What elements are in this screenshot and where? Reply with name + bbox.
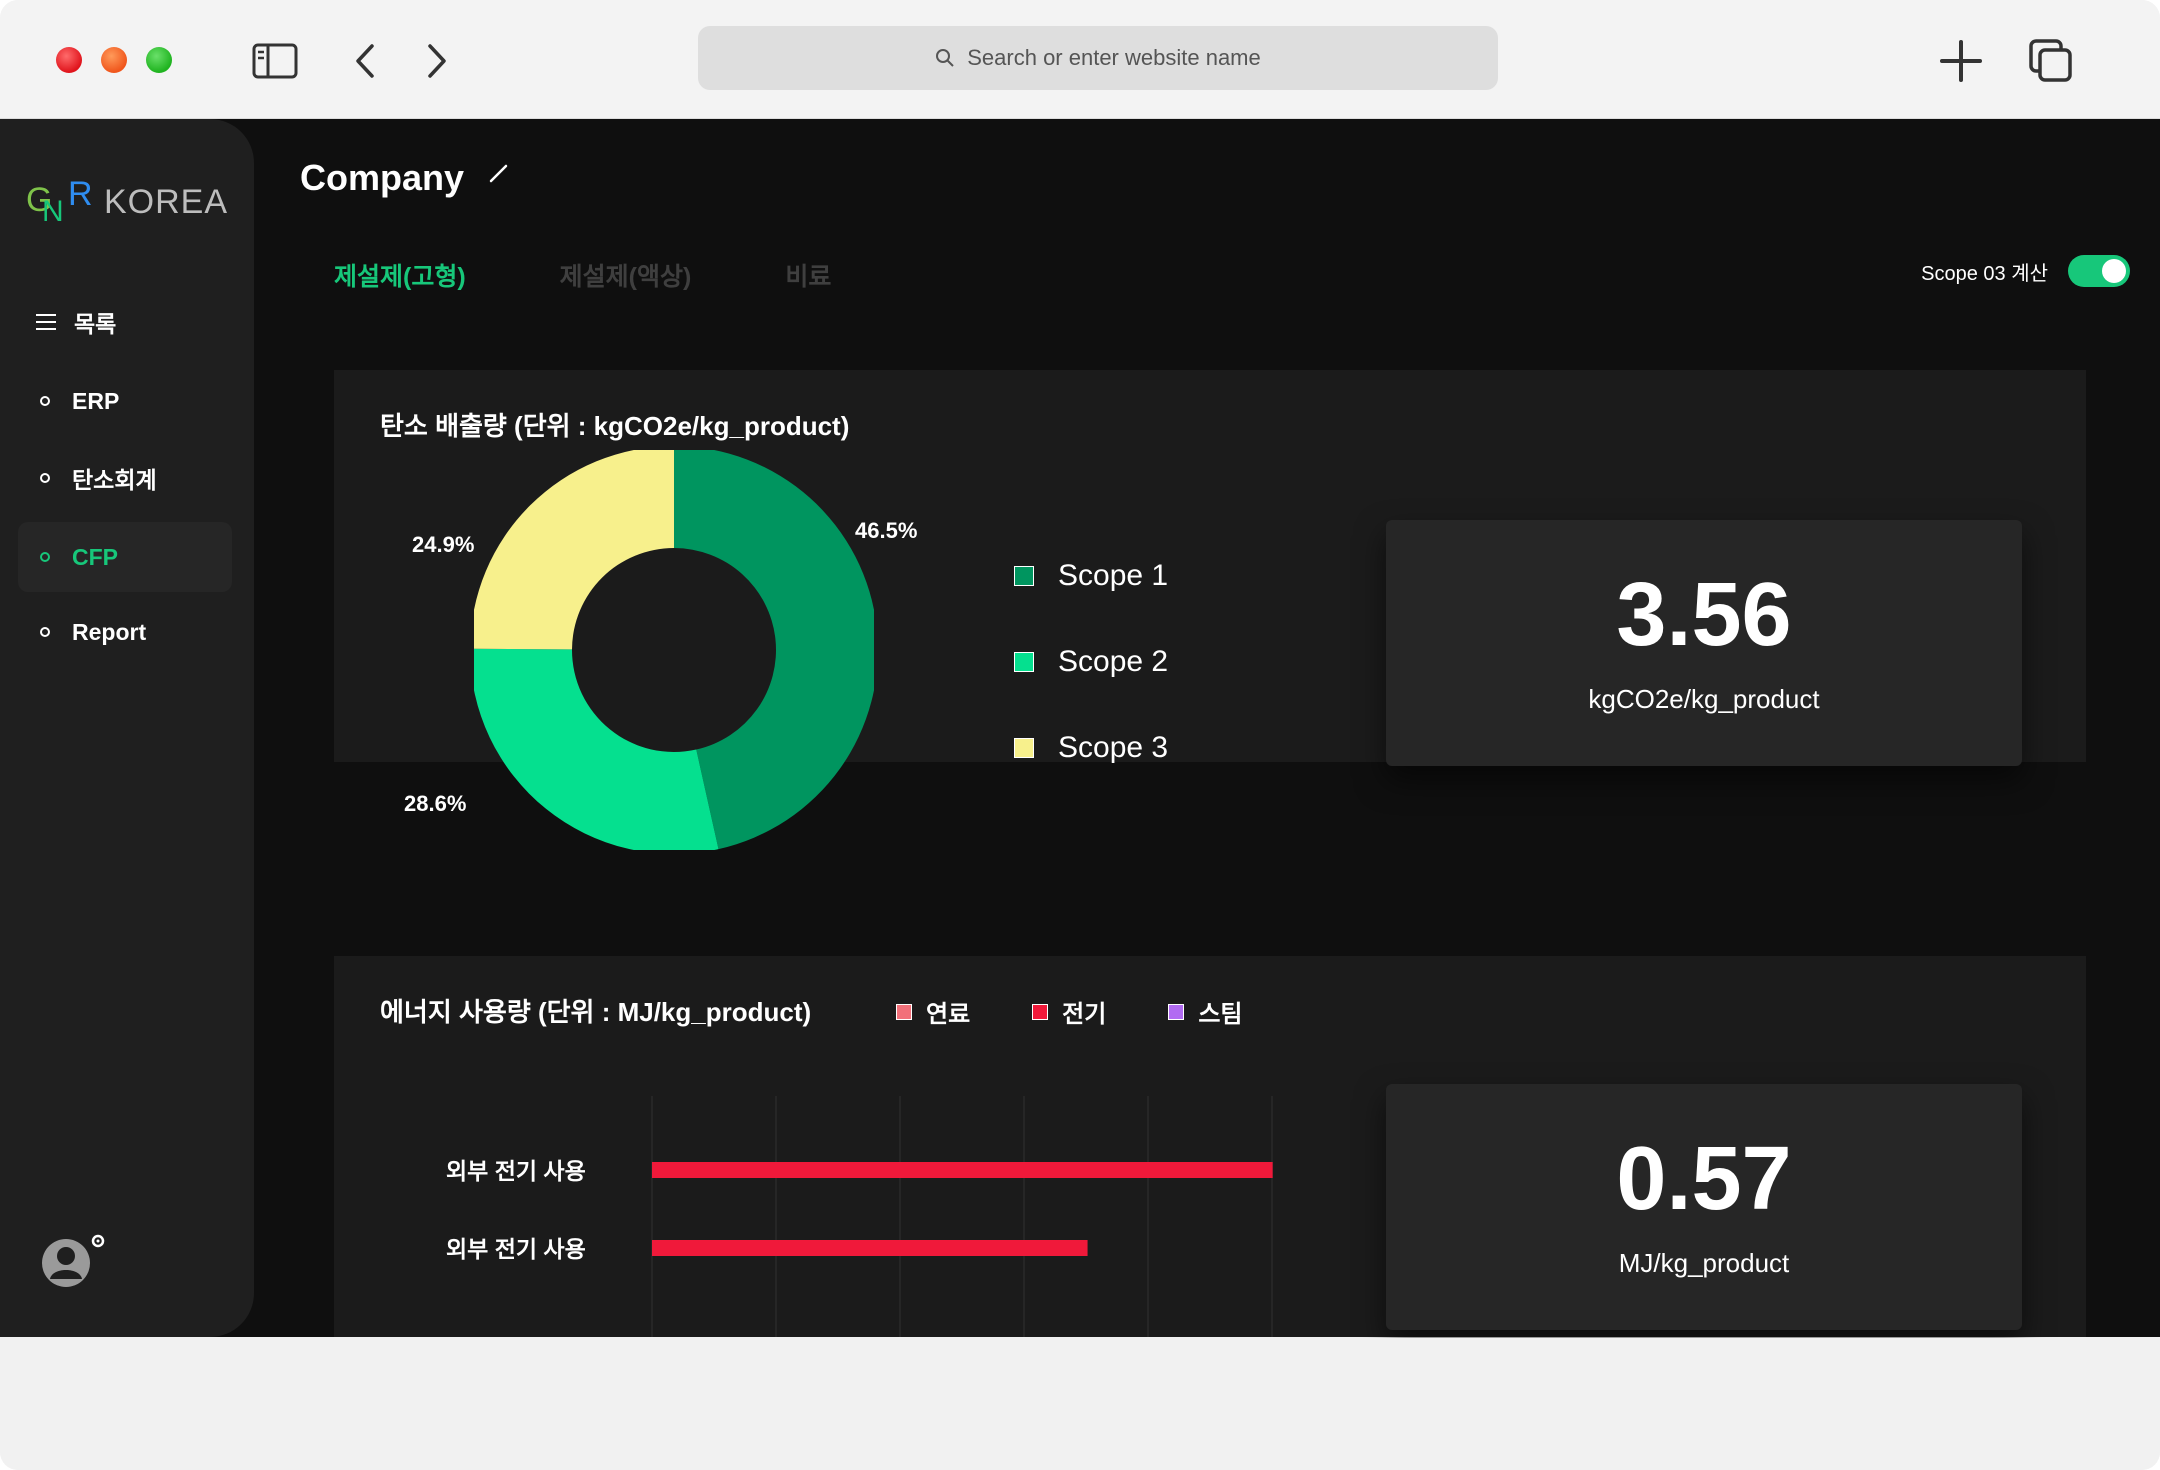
bar-row-2: [652, 1240, 1088, 1256]
browser-toolbar: Search or enter website name: [0, 0, 2160, 119]
sidebar-toggle-icon[interactable]: [250, 36, 300, 86]
maximize-window-button[interactable]: [146, 47, 172, 73]
sidebar-item-cfp[interactable]: CFP: [18, 522, 232, 592]
address-bar[interactable]: Search or enter website name: [698, 26, 1498, 90]
bar-row-1: [652, 1162, 1273, 1178]
sidebar-item-carbon-accounting[interactable]: 탄소회계: [18, 443, 232, 513]
emissions-donut-chart: [474, 450, 874, 850]
legend-item-fuel: 연료: [896, 994, 970, 1029]
main-content: Company 제설제(고형) 제설제(액상) 비료 Scope 03 계산 탄…: [254, 119, 2160, 1337]
menu-icon: [36, 314, 56, 330]
sidebar-item-label: ERP: [72, 387, 120, 414]
emissions-metric-box: 3.56 kgCO2e/kg_product: [1386, 520, 2022, 766]
svg-text:R: R: [68, 175, 93, 213]
close-window-button[interactable]: [56, 47, 82, 73]
energy-metric-unit: MJ/kg_product: [1618, 1248, 1790, 1278]
legend-label: 스팀: [1198, 1001, 1243, 1028]
legend-swatch: [1014, 566, 1034, 586]
browser-bottom-area: [0, 1338, 2160, 1470]
sidebar-item-label: 탄소회계: [72, 467, 157, 493]
emissions-card: 탄소 배출량 (단위 : kgCO2e/kg_product) 46.5% 28…: [334, 370, 2086, 850]
page-title: Company: [300, 157, 465, 198]
legend-item-electricity: 전기: [1032, 994, 1106, 1029]
legend-item-scope3: Scope 3: [1014, 728, 1168, 768]
emissions-title: 탄소 배출량 (단위 : kgCO2e/kg_product): [380, 411, 850, 441]
legend-item-steam: 스팀: [1168, 994, 1243, 1029]
energy-metric-value: 0.57: [1616, 1129, 1792, 1229]
legend-item-scope2: Scope 2: [1014, 642, 1168, 682]
legend-swatch: [1014, 652, 1034, 672]
legend-label: Scope 3: [1058, 731, 1169, 764]
minimize-window-button[interactable]: [101, 47, 127, 73]
menu-label: 목록: [74, 311, 117, 337]
emissions-legend: Scope 1 Scope 2 Scope 3: [1014, 556, 1168, 814]
tab-fertilizer[interactable]: 비료: [785, 257, 831, 293]
sidebar: G N R KOREA 목록 ERP 탄소회계 CFP Report: [0, 119, 254, 1337]
toggle-knob: [2102, 259, 2126, 283]
new-tab-icon[interactable]: [1936, 36, 1986, 86]
forward-icon[interactable]: [410, 36, 460, 86]
bullet-icon: [40, 552, 50, 562]
search-icon: [936, 49, 954, 67]
emissions-metric-value: 3.56: [1616, 565, 1792, 665]
legend-swatch: [1014, 738, 1034, 758]
donut-slice-scope3: [474, 450, 674, 650]
scope3-toggle-label: Scope 03 계산: [1921, 262, 2048, 285]
scope3-toggle-group: Scope 03 계산: [1921, 255, 2130, 287]
svg-text:N: N: [42, 195, 64, 228]
energy-bar-chart: [651, 1096, 1273, 1337]
bar-label-row1: 외부 전기 사용: [446, 1158, 586, 1184]
slice-label-scope2: 28.6%: [404, 791, 467, 816]
legend-item-scope1: Scope 1: [1014, 556, 1168, 596]
back-icon[interactable]: [342, 36, 392, 86]
user-avatar-icon[interactable]: [40, 1231, 112, 1291]
bar-label-row2: 외부 전기 사용: [446, 1236, 586, 1262]
bullet-icon: [40, 473, 50, 483]
tab-liquid-deicer[interactable]: 제설제(액상): [560, 257, 692, 293]
app-area: G N R KOREA 목록 ERP 탄소회계 CFP Report Compa…: [0, 119, 2160, 1337]
tabs-overview-icon[interactable]: [2026, 36, 2076, 86]
slice-label-scope1: 46.5%: [855, 518, 918, 543]
slice-label-scope3: 24.9%: [412, 532, 475, 557]
donut-slice-scope2: [474, 648, 719, 850]
energy-legend: 연료 전기 스팀: [896, 994, 1305, 1029]
legend-label: 연료: [926, 1001, 971, 1028]
energy-title: 에너지 사용량 (단위 : MJ/kg_product): [380, 997, 812, 1027]
legend-swatch: [1032, 1003, 1049, 1020]
legend-label: Scope 1: [1058, 559, 1169, 592]
legend-swatch: [896, 1003, 912, 1020]
legend-label: Scope 2: [1058, 645, 1169, 678]
tab-solid-deicer[interactable]: 제설제(고형): [334, 257, 466, 293]
sidebar-item-report[interactable]: Report: [18, 597, 232, 667]
emissions-metric-unit: kgCO2e/kg_product: [1588, 684, 1820, 714]
energy-metric-box: 0.57 MJ/kg_product: [1386, 1084, 2022, 1330]
bullet-icon: [40, 627, 50, 637]
address-placeholder: Search or enter website name: [967, 45, 1261, 70]
browser-window: Search or enter website name G N R KOREA: [0, 0, 2160, 1470]
sidebar-item-label: Report: [72, 618, 147, 645]
bullet-icon: [40, 396, 50, 406]
logo-text: KOREA: [104, 183, 229, 221]
product-tabs: 제설제(고형) 제설제(액상) 비료: [334, 257, 925, 293]
edit-icon[interactable]: [486, 161, 512, 187]
logo: G N R KOREA: [26, 171, 229, 231]
legend-swatch: [1168, 1003, 1185, 1020]
sidebar-menu-toggle[interactable]: 목록: [18, 287, 232, 357]
scope3-toggle[interactable]: [2068, 255, 2130, 287]
sidebar-item-erp[interactable]: ERP: [18, 366, 232, 436]
energy-card: 에너지 사용량 (단위 : MJ/kg_product) 연료 전기 스팀 외부…: [334, 956, 2086, 1337]
sidebar-item-label: CFP: [72, 543, 118, 570]
legend-label: 전기: [1062, 1001, 1107, 1028]
